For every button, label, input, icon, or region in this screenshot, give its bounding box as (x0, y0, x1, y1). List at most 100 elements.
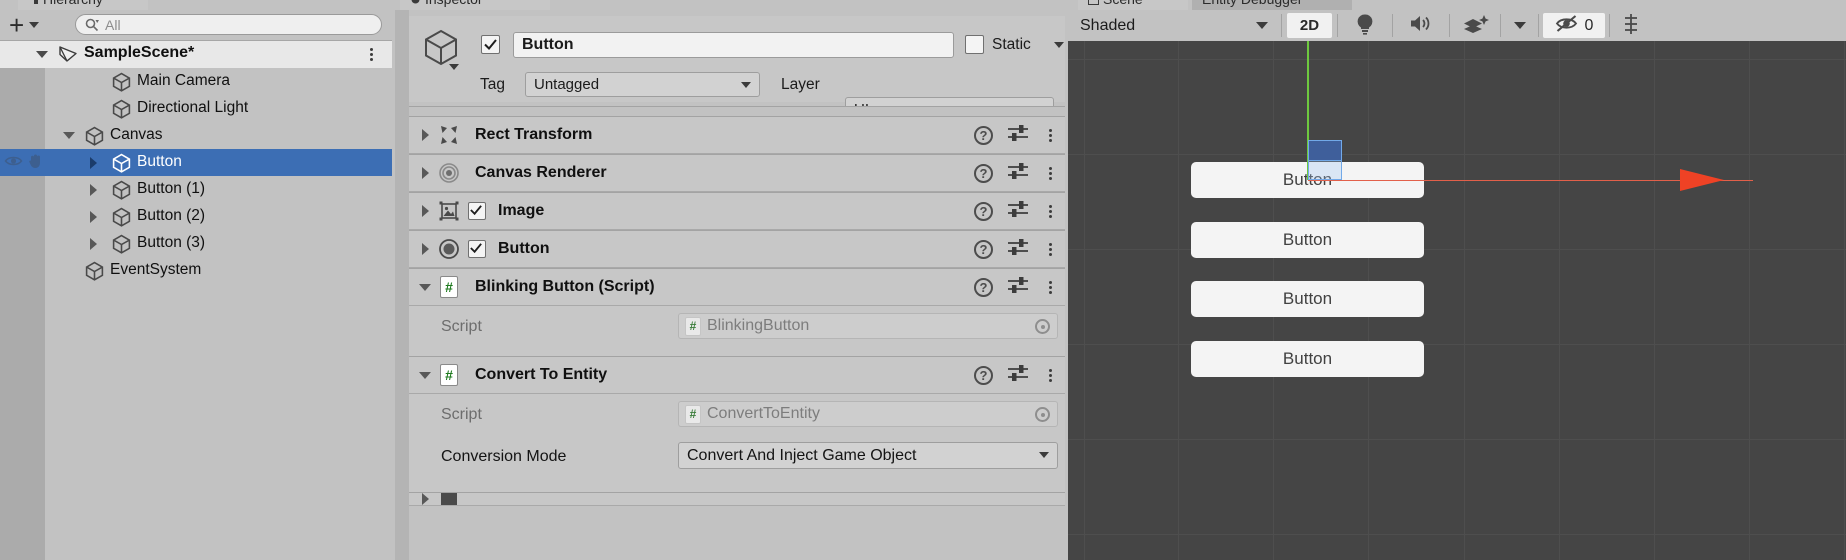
hierarchy-panel: + All SampleScene* Main Camera Directional… (0, 10, 392, 560)
kebab-menu-icon[interactable] (1043, 166, 1057, 180)
collapse-arrow-icon[interactable] (36, 51, 48, 58)
rect-transform-icon (437, 124, 461, 146)
conversion-mode-dropdown[interactable]: Convert And Inject Game Object (678, 442, 1058, 469)
expand-arrow-icon[interactable] (421, 129, 429, 141)
static-dropdown-icon[interactable] (1054, 42, 1064, 48)
expand-arrow-icon[interactable] (90, 211, 97, 223)
kebab-menu-icon[interactable] (1043, 204, 1057, 218)
gameobject-name-field[interactable]: Button (513, 32, 954, 58)
hierarchy-row-button-1[interactable]: Button (1) (0, 176, 392, 203)
scene-audio-button[interactable] (1398, 13, 1444, 38)
preset-sliders-icon[interactable] (1007, 199, 1029, 223)
collapse-arrow-icon[interactable] (419, 371, 431, 379)
expand-arrow-icon[interactable] (421, 205, 429, 217)
static-checkbox[interactable] (965, 35, 984, 54)
preset-sliders-icon[interactable] (1007, 161, 1029, 185)
hierarchy-search-input[interactable]: All (75, 14, 382, 35)
scene-ui-button[interactable]: Button (1191, 222, 1424, 258)
scene-lighting-button[interactable] (1343, 13, 1387, 38)
move-gizmo-x-arrowhead[interactable] (1680, 169, 1724, 191)
scene-viewport[interactable]: Button Button Button Button (1068, 41, 1846, 560)
panel-tab-strip: Hierarchy Inspector Scene Entity Debugge… (0, 0, 1846, 10)
expand-arrow-icon[interactable] (421, 243, 429, 255)
preset-sliders-icon[interactable] (1007, 363, 1029, 387)
preset-sliders-icon[interactable] (1007, 237, 1029, 261)
component-header-partial[interactable] (409, 492, 1065, 506)
move-gizmo-handle[interactable] (1308, 160, 1342, 180)
hidden-objects-button[interactable]: 0 (1543, 13, 1605, 38)
component-header-convert-to-entity[interactable]: # Convert To Entity? (409, 356, 1065, 394)
draw-mode-dropdown[interactable]: Shaded (1072, 13, 1278, 38)
help-icon[interactable]: ? (974, 163, 993, 183)
component-title: Blinking Button (Script) (475, 278, 655, 295)
hierarchy-row-canvas[interactable]: Canvas (0, 122, 392, 149)
hierarchy-row-directional-light[interactable]: Directional Light (0, 95, 392, 122)
object-picker-icon[interactable] (1035, 407, 1050, 422)
tag-dropdown[interactable]: Untagged (525, 72, 760, 97)
component-header-rect-transform[interactable]: Rect Transform? (409, 116, 1065, 154)
component-header-canvas-renderer[interactable]: Canvas Renderer? (409, 154, 1065, 192)
tab-hierarchy-label: Hierarchy (43, 0, 103, 7)
hierarchy-row-eventsystem[interactable]: EventSystem (0, 257, 392, 284)
toggle-2d-button[interactable]: 2D (1287, 13, 1332, 38)
section-padding (409, 348, 1065, 356)
toggle-2d-label: 2D (1299, 17, 1320, 34)
kebab-menu-icon[interactable] (1043, 368, 1057, 382)
component-header-blinking-button-script[interactable]: # Blinking Button (Script)? (409, 268, 1065, 306)
collapse-arrow-icon[interactable] (63, 132, 75, 139)
component-enabled-checkbox[interactable] (468, 202, 486, 220)
object-reference-field[interactable]: # BlinkingButton (678, 313, 1058, 339)
component-header-image[interactable]: Image? (409, 192, 1065, 230)
move-gizmo-handle-top[interactable] (1308, 140, 1342, 161)
hierarchy-row-main-camera[interactable]: Main Camera (0, 68, 392, 95)
tab-inspector[interactable]: Inspector (400, 0, 550, 10)
help-icon[interactable]: ? (974, 277, 993, 297)
hierarchy-row-label: EventSystem (110, 261, 202, 278)
help-icon[interactable]: ? (974, 201, 993, 221)
pickability-hand-icon[interactable] (27, 153, 44, 173)
help-icon[interactable]: ? (974, 125, 993, 145)
expand-arrow-icon[interactable] (90, 184, 97, 196)
help-icon[interactable]: ? (974, 365, 993, 385)
hierarchy-row-label: Button (2) (137, 207, 206, 224)
gameobject-cube-icon (112, 72, 131, 96)
kebab-menu-icon[interactable] (1043, 242, 1057, 256)
tab-scene-label: Scene (1103, 0, 1143, 7)
tab-scene[interactable]: Scene (1078, 0, 1188, 10)
hierarchy-row-button-2[interactable]: Button (2) (0, 203, 392, 230)
toolbar-divider (1337, 14, 1338, 37)
object-picker-icon[interactable] (1035, 319, 1050, 334)
preset-sliders-icon[interactable] (1007, 123, 1029, 147)
gameobject-enabled-checkbox[interactable] (481, 35, 500, 54)
tab-hierarchy[interactable]: Hierarchy (18, 0, 148, 10)
hierarchy-row-samplescene[interactable]: SampleScene* (0, 41, 392, 68)
hierarchy-row-button-3[interactable]: Button (3) (0, 230, 392, 257)
kebab-menu-icon[interactable] (1043, 128, 1057, 142)
scene-fx-button[interactable] (1455, 13, 1497, 38)
scene-fx-dropdown[interactable] (1504, 13, 1536, 38)
scene-ui-button[interactable]: Button (1191, 281, 1424, 317)
scene-context-menu-icon[interactable] (364, 48, 378, 61)
help-icon[interactable]: ? (974, 239, 993, 259)
property-label: Script (441, 406, 482, 423)
component-header-button[interactable]: Button? (409, 230, 1065, 268)
collapse-arrow-icon[interactable] (419, 283, 431, 291)
visibility-eye-icon[interactable] (4, 154, 23, 172)
effects-icon (1463, 14, 1489, 38)
object-reference-value: BlinkingButton (707, 317, 810, 334)
button-component-icon (437, 238, 461, 260)
expand-arrow-icon[interactable] (90, 238, 97, 250)
kebab-menu-icon[interactable] (1043, 280, 1057, 294)
create-gameobject-button[interactable]: + (9, 12, 40, 38)
component-enabled-checkbox[interactable] (468, 240, 486, 258)
hierarchy-row-button[interactable]: Button (0, 149, 392, 176)
scene-gizmos-button[interactable] (1614, 13, 1648, 38)
tab-entity-debugger[interactable]: Entity Debugger (1192, 0, 1352, 10)
gameobject-icon-dropdown[interactable] (449, 64, 459, 70)
scene-ui-button[interactable]: Button (1191, 341, 1424, 377)
preset-sliders-icon[interactable] (1007, 275, 1029, 299)
expand-arrow-icon[interactable] (421, 167, 429, 179)
expand-arrow-icon[interactable] (90, 157, 97, 169)
expand-arrow-icon[interactable] (421, 493, 429, 505)
object-reference-field[interactable]: # ConvertToEntity (678, 401, 1058, 427)
